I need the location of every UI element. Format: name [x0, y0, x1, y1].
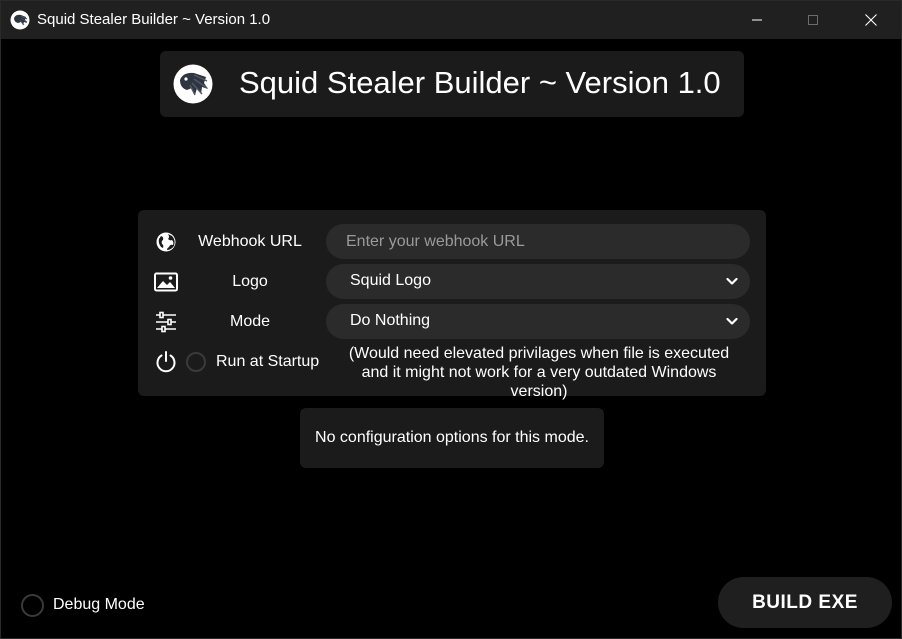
logo-select[interactable]: Squid Logo	[326, 264, 750, 299]
chevron-down-icon	[726, 277, 738, 285]
window-title: Squid Stealer Builder ~ Version 1.0	[37, 11, 271, 28]
minimize-icon	[752, 19, 762, 21]
run-at-startup-toggle[interactable]	[186, 352, 206, 372]
mode-select[interactable]: Do Nothing	[326, 304, 750, 339]
maximize-button[interactable]	[790, 1, 836, 39]
settings-panel: Webhook URL Logo Squid Logo	[138, 210, 766, 400]
webhook-label: Webhook URL	[198, 233, 302, 250]
close-button[interactable]	[848, 1, 894, 39]
mode-label: Mode	[229, 313, 271, 330]
minimize-button[interactable]	[734, 1, 780, 39]
chevron-down-icon	[726, 317, 738, 325]
run-at-startup-label: Run at Startup	[216, 353, 320, 370]
config-message: No configuration options for this mode.	[315, 429, 589, 446]
app-window: Squid Stealer Builder ~ Version 1.0 Squi…	[0, 0, 902, 639]
logo-label: Logo	[232, 273, 268, 290]
debug-mode-toggle[interactable]	[21, 594, 44, 617]
power-icon	[154, 350, 178, 374]
page-title: Squid Stealer Builder ~ Version 1.0	[239, 65, 721, 100]
image-icon	[154, 270, 178, 294]
squid-logo-icon	[173, 64, 213, 104]
build-exe-button[interactable]: BUILD EXE	[718, 577, 892, 628]
mode-select-value: Do Nothing	[350, 312, 431, 329]
webhook-field[interactable]	[326, 224, 750, 259]
maximize-icon	[808, 15, 818, 25]
webhook-input[interactable]	[326, 224, 750, 259]
logo-select-value: Squid Logo	[350, 272, 431, 289]
mode-config-box: No configuration options for this mode.	[300, 408, 604, 468]
debug-mode-label: Debug Mode	[53, 596, 145, 613]
close-icon	[865, 14, 877, 26]
startup-note: (Would need elevated privilages when fil…	[348, 345, 730, 400]
sliders-icon	[154, 310, 178, 334]
title-bar[interactable]: Squid Stealer Builder ~ Version 1.0	[1, 1, 901, 39]
squid-logo-icon	[10, 10, 30, 30]
globe-icon	[154, 230, 178, 254]
header-banner: Squid Stealer Builder ~ Version 1.0	[160, 51, 744, 117]
